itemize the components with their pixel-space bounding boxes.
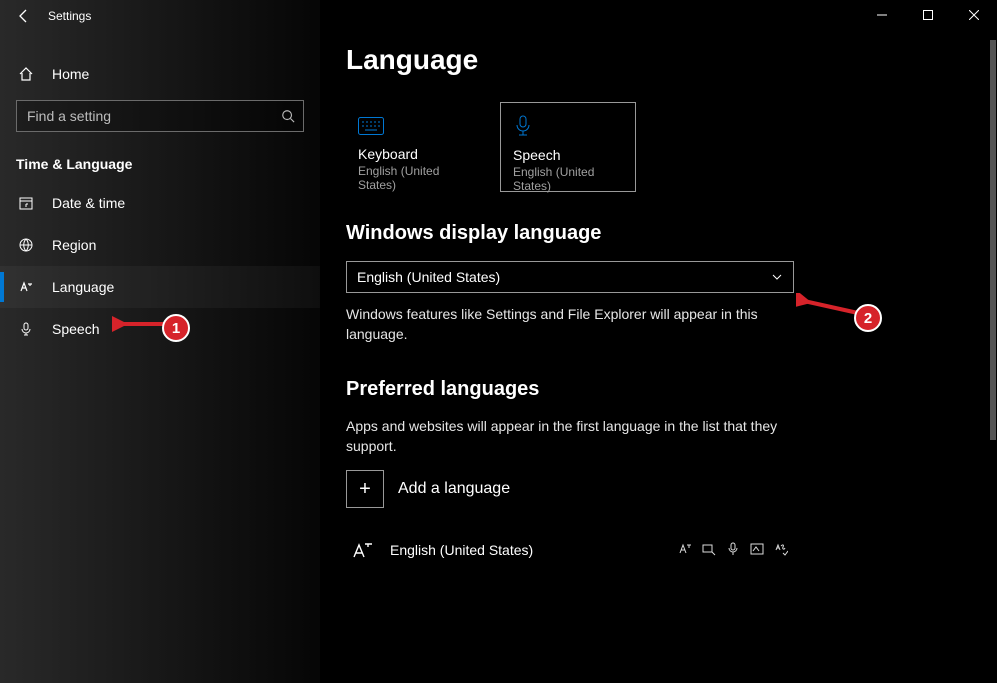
tile-title: Keyboard xyxy=(358,146,470,162)
nav-item-label: Language xyxy=(52,279,114,295)
tile-title: Speech xyxy=(513,147,623,163)
keyboard-icon xyxy=(358,112,470,140)
nav-item-region[interactable]: Region xyxy=(0,224,320,266)
nav-home-label: Home xyxy=(52,66,89,82)
window-title: Settings xyxy=(48,9,91,23)
annotation-badge-1: 1 xyxy=(162,314,190,342)
search-icon xyxy=(281,109,295,123)
globe-icon xyxy=(16,237,36,253)
tile-subtitle: English (United States) xyxy=(358,164,470,192)
chevron-down-icon xyxy=(771,271,783,283)
nav-item-label: Speech xyxy=(52,321,99,337)
nav-item-language[interactable]: Language xyxy=(0,266,320,308)
add-language-button[interactable]: + Add a language xyxy=(346,470,971,508)
display-language-dropdown[interactable]: English (United States) xyxy=(346,261,794,293)
tile-subtitle: English (United States) xyxy=(513,165,623,193)
language-char-icon xyxy=(346,539,380,561)
page-title: Language xyxy=(346,44,971,76)
arrow-left-icon xyxy=(16,8,32,24)
scrollbar[interactable] xyxy=(990,40,996,440)
text-to-speech-icon xyxy=(702,542,716,559)
category-heading: Time & Language xyxy=(0,132,320,182)
display-lang-icon xyxy=(678,542,692,559)
sidebar: Settings Home Time & Language Date & tim… xyxy=(0,0,320,683)
spellcheck-icon xyxy=(774,542,788,559)
nav-item-label: Region xyxy=(52,237,96,253)
nav-item-date-time[interactable]: Date & time xyxy=(0,182,320,224)
nav-item-label: Date & time xyxy=(52,195,125,211)
section-heading-preferred: Preferred languages xyxy=(346,378,971,401)
handwriting-icon xyxy=(750,542,764,559)
microphone-icon xyxy=(16,321,36,337)
add-language-label: Add a language xyxy=(398,480,510,498)
display-language-help: Windows features like Settings and File … xyxy=(346,305,786,344)
language-icon xyxy=(16,279,36,295)
tile-keyboard[interactable]: Keyboard English (United States) xyxy=(346,102,482,192)
back-button[interactable] xyxy=(0,0,48,32)
microphone-icon xyxy=(513,113,623,141)
main-pane: Language Keyboard English (United States… xyxy=(320,0,997,683)
nav-home[interactable]: Home xyxy=(0,54,320,94)
title-bar: Settings xyxy=(0,0,320,32)
annotation-arrow-2 xyxy=(796,293,862,321)
tile-speech[interactable]: Speech English (United States) xyxy=(500,102,636,192)
plus-icon: + xyxy=(346,470,384,508)
section-heading-display-language: Windows display language xyxy=(346,222,971,245)
search-input[interactable] xyxy=(27,108,281,124)
language-item[interactable]: English (United States) xyxy=(346,528,794,572)
home-icon xyxy=(16,66,36,82)
calendar-clock-icon xyxy=(16,195,36,211)
language-capabilities xyxy=(678,542,788,559)
language-name: English (United States) xyxy=(390,542,533,558)
summary-tiles: Keyboard English (United States) Speech … xyxy=(346,102,971,192)
dropdown-value: English (United States) xyxy=(357,269,500,285)
annotation-badge-2: 2 xyxy=(854,304,882,332)
preferred-help: Apps and websites will appear in the fir… xyxy=(346,417,806,456)
search-box[interactable] xyxy=(16,100,304,132)
speech-recognition-icon xyxy=(726,542,740,559)
